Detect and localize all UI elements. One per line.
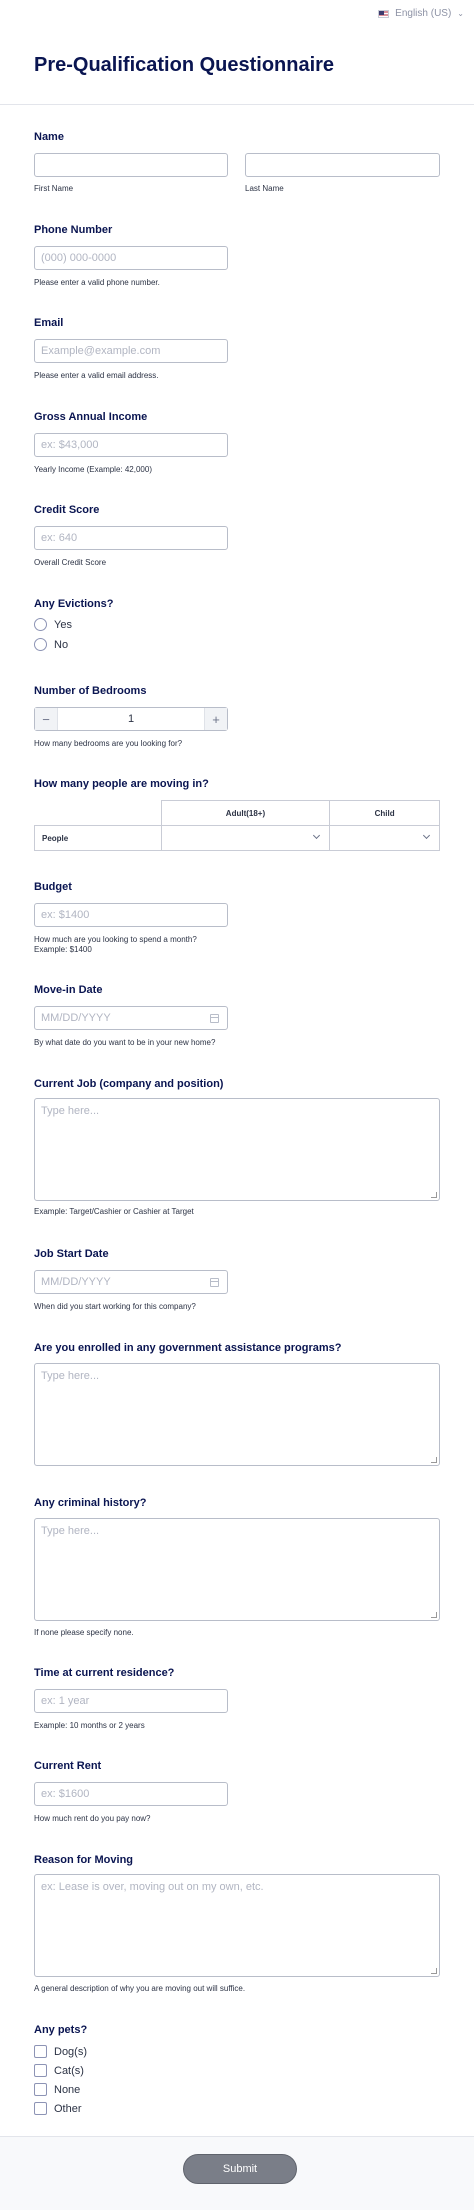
assistance-textarea[interactable]: Type here... (34, 1363, 440, 1466)
residence-label: Time at current residence? (34, 1667, 175, 1679)
matrix-header-adult: Adult(18+) (160, 800, 331, 826)
pets-option-other[interactable]: Other (34, 2102, 82, 2115)
phone-input[interactable]: (000) 000-0000 (34, 246, 228, 270)
radio-icon[interactable] (34, 638, 47, 651)
increment-button[interactable]: + (205, 708, 227, 730)
decrement-button[interactable]: − (35, 708, 57, 730)
bedrooms-label: Number of Bedrooms (34, 685, 147, 697)
income-input[interactable]: ex: $43,000 (34, 433, 228, 457)
income-sublabel: Yearly Income (Example: 42,000) (34, 465, 152, 474)
last-name-input[interactable] (245, 153, 440, 177)
language-label: English (US) (395, 8, 452, 19)
matrix-corner (34, 800, 162, 826)
bedrooms-value[interactable]: 1 (57, 708, 205, 730)
credit-label: Credit Score (34, 504, 100, 516)
pets-option-label: Cat(s) (54, 2064, 84, 2077)
matrix-row-label: People (34, 825, 162, 851)
submit-button[interactable]: Submit (183, 2154, 297, 2184)
movein-sublabel: By what date do you want to be in your n… (34, 1038, 216, 1047)
jobstart-date-input[interactable]: MM/DD/YYYY (34, 1270, 228, 1294)
residence-input[interactable]: ex: 1 year (34, 1689, 228, 1713)
first-name-input[interactable] (34, 153, 228, 177)
child-count-select[interactable] (329, 825, 440, 851)
name-label: Name (34, 131, 64, 143)
job-sublabel: Example: Target/Cashier or Cashier at Ta… (34, 1207, 194, 1216)
movein-label: Move-in Date (34, 984, 103, 996)
pets-option-dogs[interactable]: Dog(s) (34, 2045, 87, 2058)
chevron-down-icon (313, 831, 321, 840)
matrix-header-child: Child (329, 800, 440, 826)
criminal-label: Any criminal history? (34, 1497, 147, 1509)
rent-sublabel: How much rent do you pay now? (34, 1814, 151, 1823)
residence-sublabel: Example: 10 months or 2 years (34, 1721, 145, 1730)
pets-label: Any pets? (34, 2024, 88, 2036)
job-label: Current Job (company and position) (34, 1078, 224, 1090)
assistance-label: Are you enrolled in any government assis… (34, 1342, 342, 1354)
budget-example: Example: $1400 (34, 945, 92, 954)
jobstart-sublabel: When did you start working for this comp… (34, 1302, 196, 1311)
checkbox-icon[interactable] (34, 2102, 47, 2115)
pets-option-cats[interactable]: Cat(s) (34, 2064, 84, 2077)
us-flag-icon (378, 9, 390, 18)
header-divider (0, 104, 474, 105)
evictions-option-label: Yes (54, 618, 72, 631)
phone-label: Phone Number (34, 224, 113, 236)
credit-sublabel: Overall Credit Score (34, 558, 107, 567)
rent-label: Current Rent (34, 1760, 102, 1772)
bedrooms-sublabel: How many bedrooms are you looking for? (34, 739, 183, 748)
evictions-label: Any Evictions? (34, 598, 114, 610)
reason-sublabel: A general description of why you are mov… (34, 1984, 246, 1993)
bedrooms-stepper[interactable]: − 1 + (34, 707, 228, 731)
language-selector[interactable]: English (US) ⌄ (378, 8, 464, 19)
form-footer: Submit (0, 2136, 474, 2210)
movein-placeholder: MM/DD/YYYY (41, 1012, 111, 1024)
email-input[interactable]: Example@example.com (34, 339, 228, 363)
evictions-option-label: No (54, 638, 69, 651)
checkbox-icon[interactable] (34, 2064, 47, 2077)
credit-input[interactable]: ex: 640 (34, 526, 228, 550)
people-matrix: Adult(18+) Child People (34, 800, 440, 851)
last-name-sublabel: Last Name (245, 184, 284, 193)
adult-count-select[interactable] (160, 825, 331, 851)
pets-option-none[interactable]: None (34, 2083, 80, 2096)
chevron-down-icon: ⌄ (457, 9, 464, 18)
calendar-icon[interactable] (210, 1278, 219, 1287)
pets-option-label: None (54, 2083, 81, 2096)
criminal-textarea[interactable]: Type here... (34, 1518, 440, 1621)
reason-label: Reason for Moving (34, 1854, 134, 1866)
calendar-icon[interactable] (210, 1014, 219, 1023)
jobstart-placeholder: MM/DD/YYYY (41, 1276, 111, 1288)
evictions-option-yes[interactable]: Yes (34, 618, 72, 631)
jobstart-label: Job Start Date (34, 1248, 109, 1260)
phone-sublabel: Please enter a valid phone number. (34, 278, 160, 287)
chevron-down-icon (422, 831, 431, 840)
pets-option-label: Other (54, 2102, 82, 2115)
movein-date-input[interactable]: MM/DD/YYYY (34, 1006, 228, 1030)
rent-input[interactable]: ex: $1600 (34, 1782, 228, 1806)
budget-label: Budget (34, 881, 72, 893)
checkbox-icon[interactable] (34, 2083, 47, 2096)
budget-input[interactable]: ex: $1400 (34, 903, 228, 927)
radio-icon[interactable] (34, 618, 47, 631)
checkbox-icon[interactable] (34, 2045, 47, 2058)
email-sublabel: Please enter a valid email address. (34, 371, 159, 380)
budget-sublabel: How much are you looking to spend a mont… (34, 935, 197, 944)
email-label: Email (34, 317, 64, 329)
first-name-sublabel: First Name (34, 184, 74, 193)
evictions-option-no[interactable]: No (34, 638, 68, 651)
moving-label: How many people are moving in? (34, 778, 209, 790)
income-label: Gross Annual Income (34, 411, 148, 423)
criminal-sublabel: If none please specify none. (34, 1628, 134, 1637)
pets-option-label: Dog(s) (54, 2045, 88, 2058)
page-title: Pre-Qualification Questionnaire (34, 54, 335, 76)
reason-textarea[interactable]: ex: Lease is over, moving out on my own,… (34, 1874, 440, 1977)
job-textarea[interactable]: Type here... (34, 1098, 440, 1201)
